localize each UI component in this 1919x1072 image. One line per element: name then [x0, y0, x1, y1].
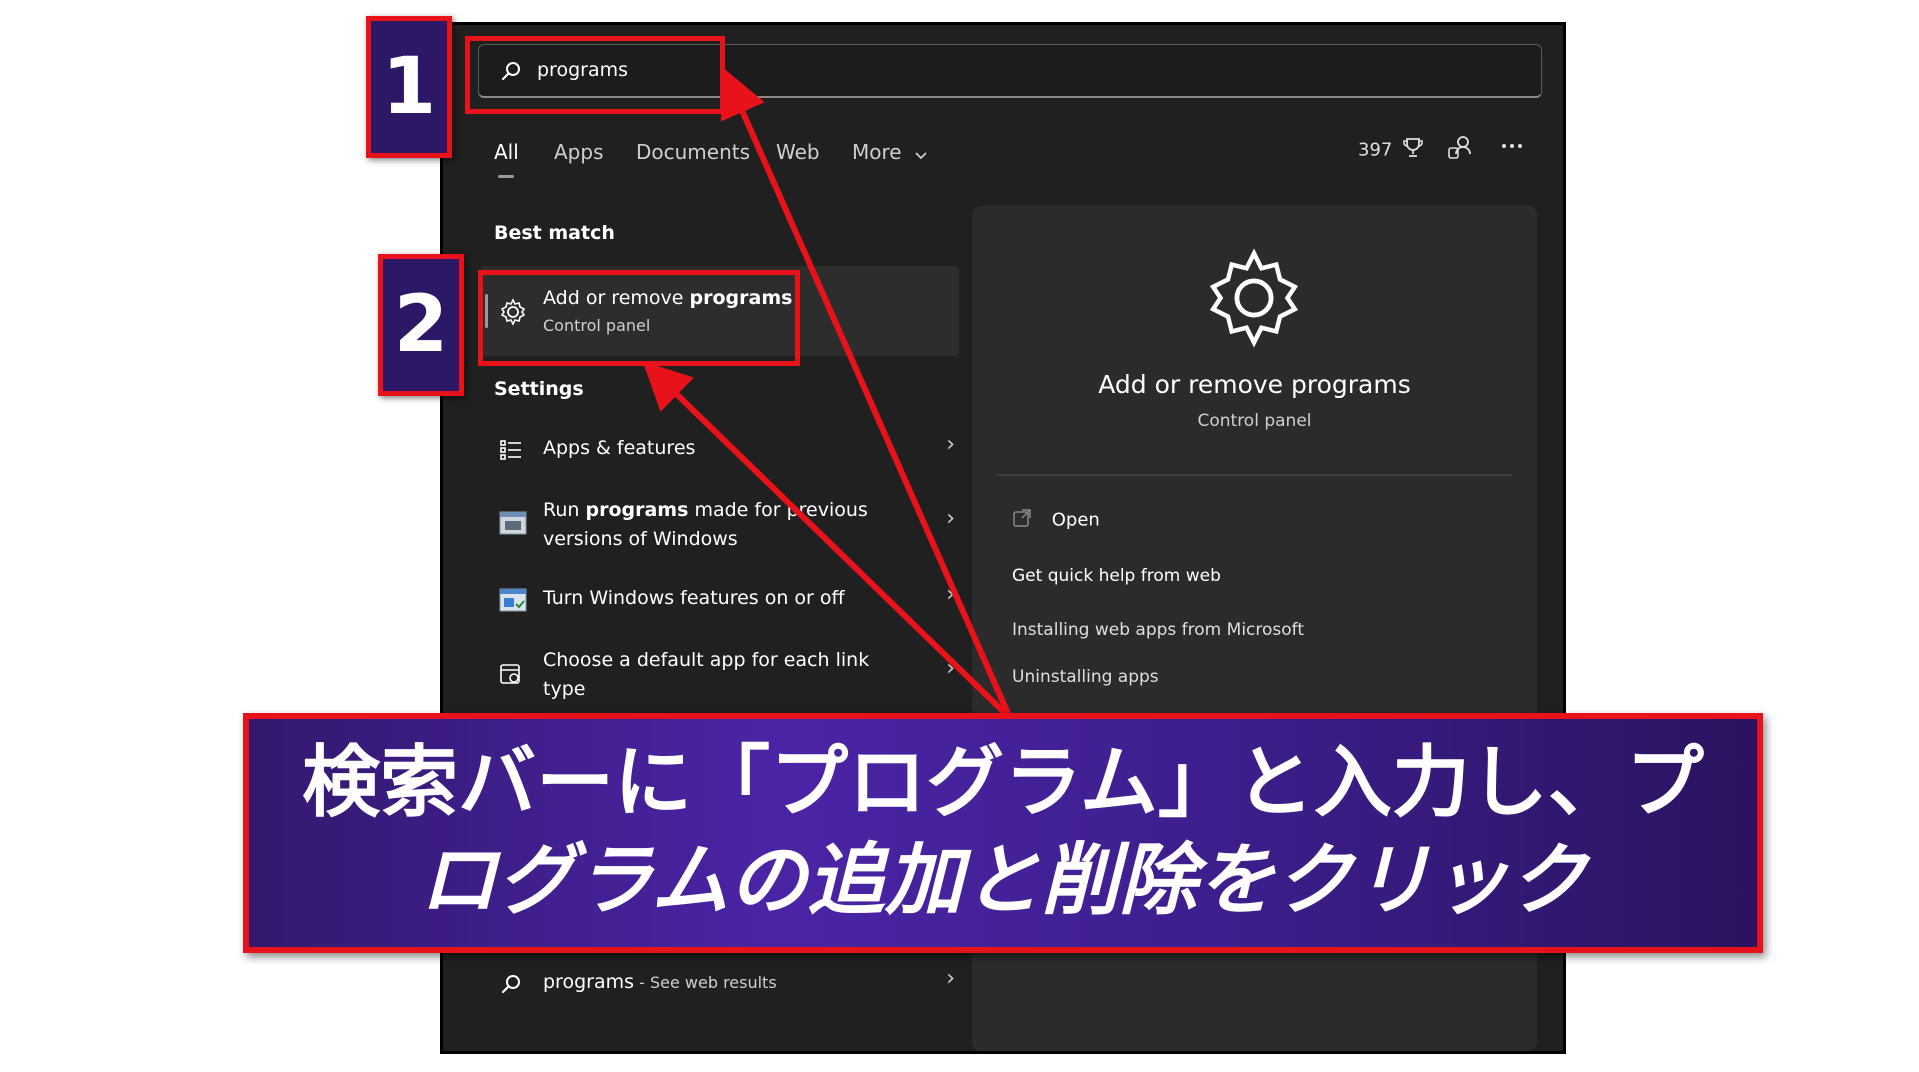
- arrow-to-search: [720, 68, 1013, 720]
- instruction-banner: 検索バーに「プログラム」と入力し、プ ログラムの追加と削除をクリック: [243, 713, 1763, 953]
- arrow-to-best-match: [642, 361, 1013, 721]
- banner-line-2: ログラムの追加と削除をクリック: [419, 836, 1587, 926]
- banner-line-1: 検索バーに「プログラム」と入力し、プ: [302, 738, 1704, 828]
